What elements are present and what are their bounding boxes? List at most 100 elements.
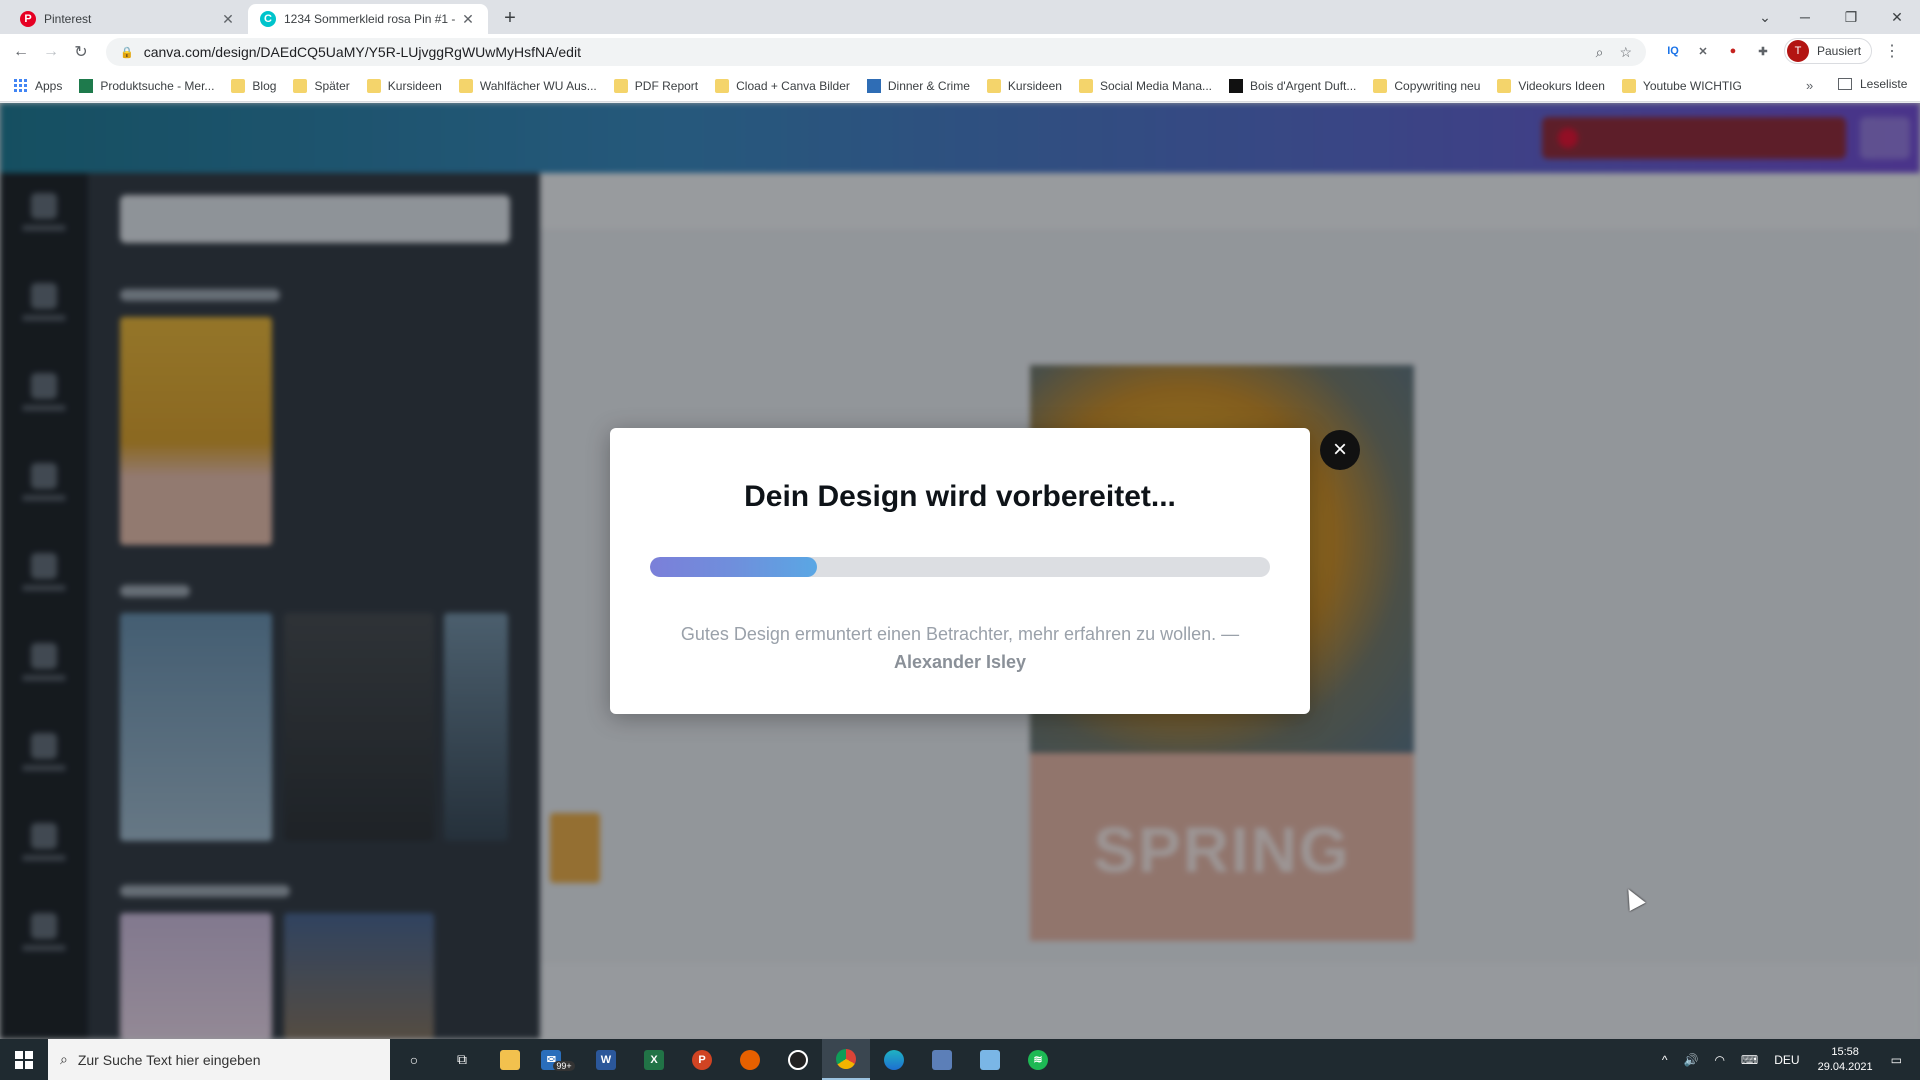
bookmark-item[interactable]: Dinner & Crime (866, 78, 970, 93)
zoom-icon[interactable]: ⌕ (1596, 44, 1604, 61)
site-icon (866, 78, 881, 93)
extension-icon[interactable]: ✕ (1694, 42, 1712, 60)
site-icon (79, 78, 94, 93)
firefox-icon[interactable] (726, 1039, 774, 1080)
window-controls: ⌄ ─ ❐ ✕ (1748, 0, 1920, 34)
bookmark-label: Youtube WICHTIG (1642, 78, 1742, 93)
windows-taskbar: ⌕ Zur Suche Text hier eingeben ○ ⧉ ✉ 99+ … (0, 1039, 1920, 1080)
bookmark-apps[interactable]: Apps (14, 79, 62, 93)
bookmark-label: Copywriting neu (1394, 78, 1481, 93)
chrome-icon[interactable] (822, 1039, 870, 1080)
bookmark-folder[interactable]: Youtube WICHTIG (1621, 78, 1742, 93)
bookmark-folder[interactable]: Wahlfächer WU Aus... (458, 78, 597, 93)
edge-icon[interactable] (870, 1039, 918, 1080)
mail-icon[interactable]: ✉ 99+ (534, 1039, 582, 1080)
notepad-icon[interactable] (966, 1039, 1014, 1080)
task-view-icon[interactable]: ⧉ (438, 1039, 486, 1080)
bookmark-item[interactable]: Produktsuche - Mer... (79, 78, 215, 93)
folder-icon (1078, 78, 1093, 93)
search-placeholder: Zur Suche Text hier eingeben (77, 1051, 261, 1068)
bookmark-label: Bois d'Argent Duft... (1250, 78, 1357, 93)
canva-icon: C (260, 11, 276, 27)
reading-list-button[interactable]: Leseliste (1838, 77, 1907, 91)
file-explorer-icon[interactable] (486, 1039, 534, 1080)
cortana-icon[interactable]: ○ (390, 1039, 438, 1080)
app-icon[interactable] (918, 1039, 966, 1080)
iq-extension-icon[interactable]: IQ (1664, 42, 1682, 60)
close-window-icon[interactable]: ✕ (1874, 9, 1920, 26)
extensions-puzzle-icon[interactable]: ✚ (1754, 42, 1772, 60)
powerpoint-icon[interactable]: P (678, 1039, 726, 1080)
folder-icon (293, 78, 308, 93)
bookmark-folder[interactable]: Kursideen (366, 78, 442, 93)
pinterest-icon: P (20, 11, 36, 27)
network-icon[interactable]: ◠ (1714, 1053, 1724, 1067)
progress-bar (650, 557, 1270, 577)
folder-icon (613, 78, 628, 93)
browser-toolbar: ← → ↻ 🔒 canva.com/design/DAEdCQ5UaMY/Y5R… (0, 34, 1920, 70)
keyboard-icon[interactable]: ⌨ (1741, 1053, 1758, 1067)
folder-icon (986, 78, 1001, 93)
lock-icon: 🔒 (120, 46, 134, 59)
bookmark-star-icon[interactable]: ☆ (1619, 44, 1632, 61)
folder-icon (1621, 78, 1636, 93)
bookmark-label: Kursideen (1007, 78, 1062, 93)
quote-author: Alexander Isley (893, 652, 1027, 672)
profile-button[interactable]: T Pausiert (1784, 38, 1873, 64)
excel-icon[interactable]: X (630, 1039, 678, 1080)
bookmark-folder[interactable]: Videokurs Ideen (1497, 78, 1605, 93)
bookmarks-bar: Apps Produktsuche - Mer... Blog Später K… (0, 70, 1920, 102)
browser-tab-strip: P Pinterest ✕ C 1234 Sommerkleid rosa Pi… (0, 0, 1920, 34)
back-icon[interactable]: ← (6, 43, 36, 61)
close-tab-icon[interactable]: ✕ (460, 11, 476, 28)
dialog-title: Dein Design wird vorbereitet... (744, 480, 1176, 513)
bookmark-label: Videokurs Ideen (1518, 78, 1605, 93)
close-dialog-button[interactable]: × (1320, 430, 1360, 470)
bookmark-label: Kursideen (387, 78, 442, 93)
restore-icon[interactable]: ❐ (1828, 9, 1874, 26)
close-tab-icon[interactable]: ✕ (220, 11, 236, 28)
taskbar-search-box[interactable]: ⌕ Zur Suche Text hier eingeben (48, 1039, 390, 1080)
bookmark-label: Wahlfächer WU Aus... (479, 78, 597, 93)
bookmark-folder[interactable]: Blog (231, 78, 276, 93)
word-icon[interactable]: W (582, 1039, 630, 1080)
forward-icon[interactable]: → (36, 43, 66, 61)
bookmark-label: Dinner & Crime (887, 78, 970, 93)
tab-canva-design[interactable]: C 1234 Sommerkleid rosa Pin #1 - ✕ (248, 4, 488, 34)
bookmark-item[interactable]: Bois d'Argent Duft... (1229, 78, 1357, 93)
address-bar[interactable]: 🔒 canva.com/design/DAEdCQ5UaMY/Y5R-LUjvg… (106, 38, 1646, 66)
volume-icon[interactable]: 🔊 (1683, 1053, 1698, 1067)
bookmark-folder[interactable]: PDF Report (613, 78, 698, 93)
profile-status: Pausiert (1817, 44, 1862, 58)
avatar: T (1787, 40, 1809, 62)
bookmark-folder[interactable]: Später (293, 78, 350, 93)
extensions-area: IQ ✕ ● ✚ T Pausiert ⋮ (1664, 38, 1900, 64)
language-indicator[interactable]: DEU (1774, 1053, 1799, 1067)
chrome-menu-icon[interactable]: ⋮ (1884, 41, 1900, 61)
site-icon (1229, 78, 1244, 93)
new-tab-button[interactable]: + (498, 6, 522, 30)
bookmarks-overflow-icon[interactable]: » (1806, 78, 1813, 93)
windows-logo-icon (15, 1050, 33, 1069)
bookmark-label: Produktsuche - Mer... (100, 78, 215, 93)
reading-list-label: Leseliste (1860, 77, 1908, 91)
clock[interactable]: 15:58 29.04.2021 (1818, 1045, 1873, 1075)
tab-title: Pinterest (44, 12, 92, 26)
bookmark-label: Später (314, 78, 350, 93)
tab-search-icon[interactable]: ⌄ (1748, 9, 1782, 26)
spotify-icon[interactable]: ≋ (1014, 1039, 1062, 1080)
bookmark-folder[interactable]: Cload + Canva Bilder (715, 78, 850, 93)
reload-icon[interactable]: ↻ (66, 42, 96, 62)
adblock-extension-icon[interactable]: ● (1724, 42, 1742, 60)
minimize-icon[interactable]: ─ (1782, 9, 1828, 25)
bookmark-folder[interactable]: Kursideen (986, 78, 1062, 93)
folder-icon (231, 78, 246, 93)
bookmark-folder[interactable]: Social Media Mana... (1078, 78, 1212, 93)
start-button[interactable] (0, 1039, 48, 1080)
show-hidden-icons-icon[interactable]: ^ (1662, 1053, 1668, 1067)
bookmark-folder[interactable]: Copywriting neu (1373, 78, 1481, 93)
tab-pinterest[interactable]: P Pinterest ✕ (8, 4, 248, 34)
obs-icon[interactable] (774, 1039, 822, 1080)
notifications-icon[interactable]: ▭ (1891, 1053, 1902, 1067)
url-text: canva.com/design/DAEdCQ5UaMY/Y5R-LUjvggR… (143, 44, 581, 60)
